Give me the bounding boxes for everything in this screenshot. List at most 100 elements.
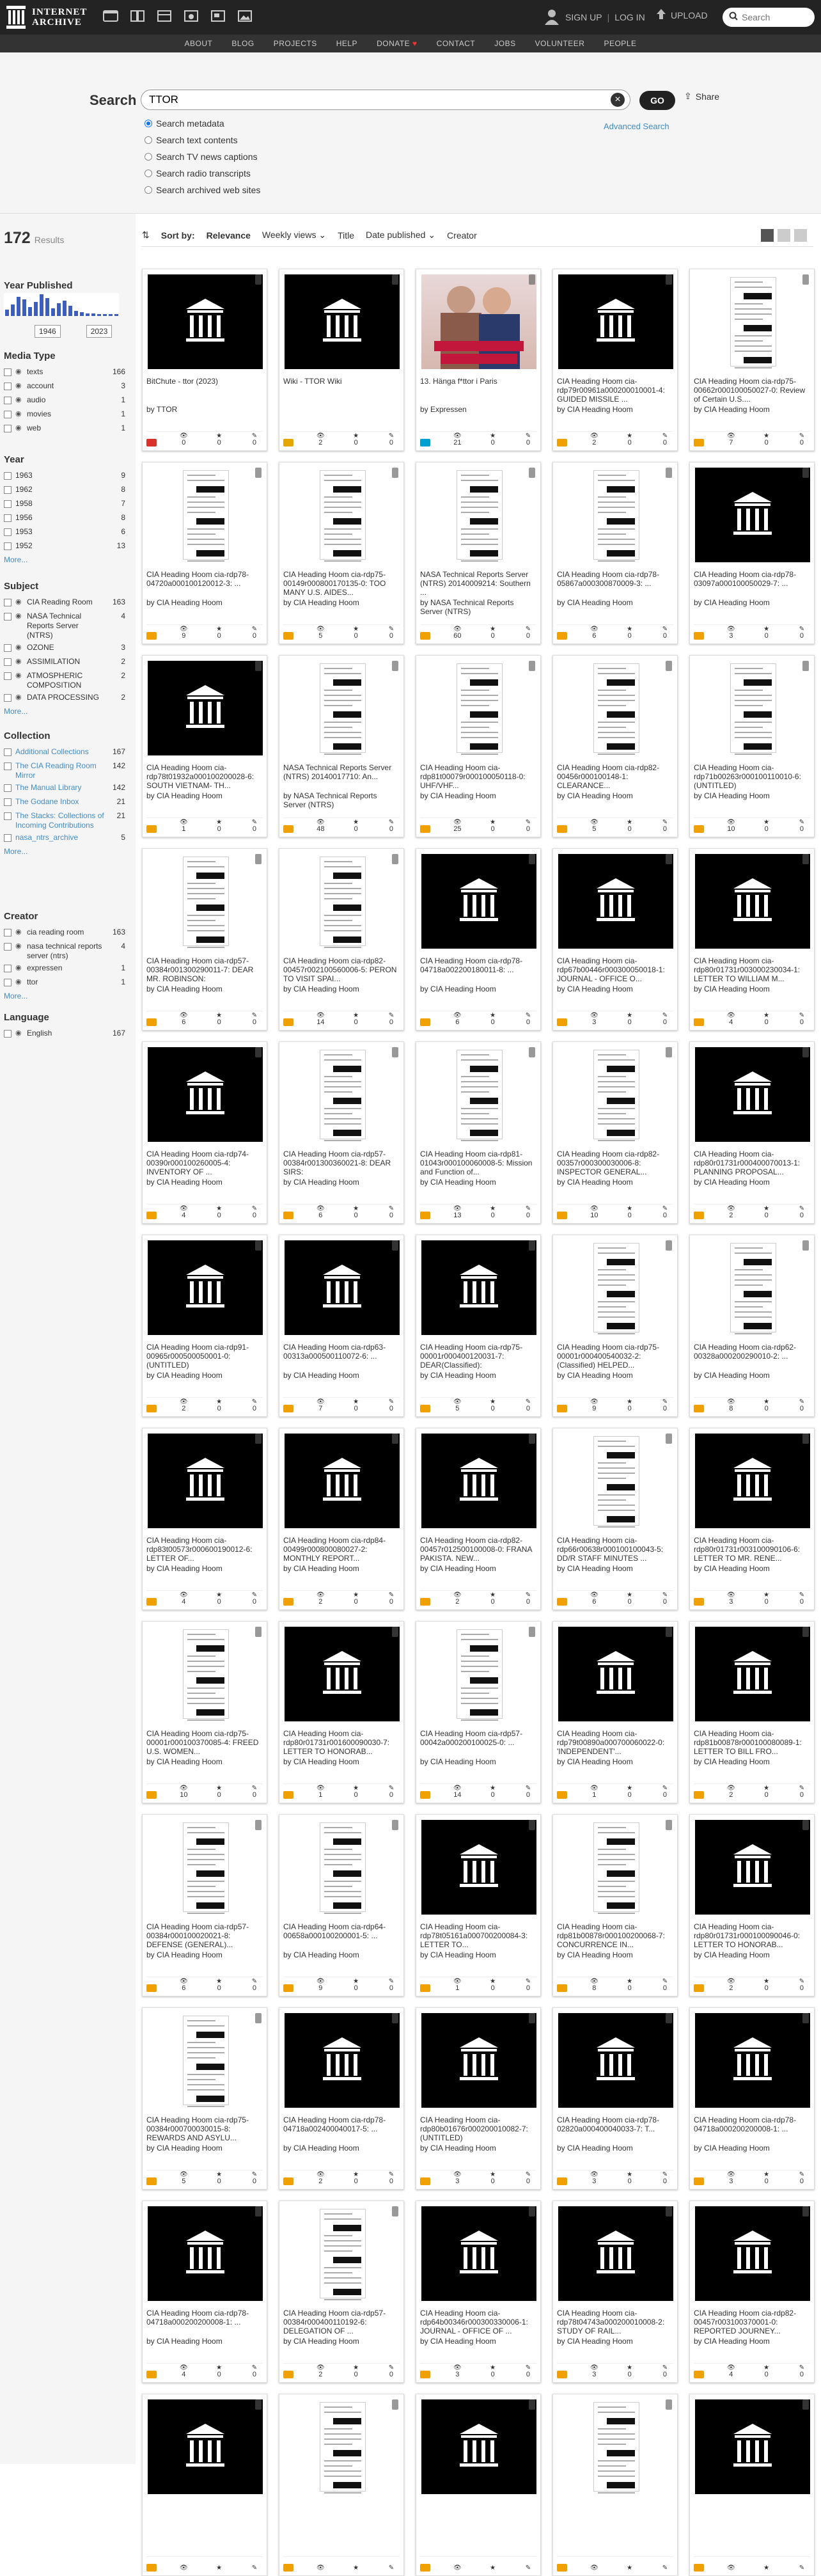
eye-icon[interactable]: ◉ bbox=[15, 423, 24, 432]
result-tile[interactable]: CIA Heading Hoom cia-rdp57-00384r0013002… bbox=[142, 848, 267, 1031]
item-menu-icon[interactable] bbox=[529, 2206, 535, 2216]
result-tile[interactable]: 👁 ★ ✎ bbox=[416, 2394, 541, 2576]
item-thumbnail[interactable] bbox=[695, 274, 810, 369]
item-menu-icon[interactable] bbox=[255, 1240, 262, 1251]
eye-icon[interactable]: ◉ bbox=[15, 597, 24, 606]
item-title[interactable]: CIA Heading Hoom cia-rdp78-04718a0022001… bbox=[420, 956, 536, 974]
facet-label[interactable]: NASA Technical Reports Server (NTRS) bbox=[27, 612, 106, 640]
nav-jobs[interactable]: JOBS bbox=[494, 39, 515, 48]
item-thumbnail[interactable] bbox=[148, 1240, 263, 1335]
result-tile[interactable]: CIA Heading Hoom cia-rdp57-00384r0013003… bbox=[279, 1041, 404, 1224]
eye-icon[interactable]: ◉ bbox=[15, 643, 24, 651]
item-title[interactable]: CIA Heading Hoom cia-rdp78-04718a0002002… bbox=[146, 2309, 263, 2327]
result-tile[interactable]: CIA Heading Hoom cia-rdp75-00001r0004001… bbox=[416, 1235, 541, 1417]
result-tile[interactable]: CIA Heading Hoom cia-rdp80r01731r0004000… bbox=[689, 1041, 815, 1224]
query-field[interactable] bbox=[141, 90, 630, 110]
histogram-bar[interactable] bbox=[28, 307, 32, 316]
facet-label[interactable]: The Stacks: Collections of Incoming Cont… bbox=[15, 811, 106, 830]
facet-row[interactable]: The Godane Inbox 21 bbox=[4, 797, 125, 809]
item-menu-icon[interactable] bbox=[255, 468, 262, 478]
item-title[interactable]: CIA Heading Hoom cia-rdp75-00149r0008001… bbox=[283, 570, 400, 597]
item-menu-icon[interactable] bbox=[666, 1240, 672, 1251]
item-thumbnail[interactable] bbox=[695, 1047, 810, 1142]
item-menu-icon[interactable] bbox=[666, 274, 672, 285]
item-menu-icon[interactable] bbox=[255, 854, 262, 864]
item-thumbnail[interactable] bbox=[148, 2206, 263, 2301]
item-menu-icon[interactable] bbox=[529, 468, 535, 478]
facet-label[interactable]: ttor bbox=[27, 977, 106, 987]
facet-row[interactable]: ◉ DATA PROCESSING 2 bbox=[4, 693, 125, 704]
facet-label[interactable]: Additional Collections bbox=[15, 747, 106, 757]
item-thumbnail[interactable] bbox=[695, 2399, 810, 2494]
eye-icon[interactable]: ◉ bbox=[15, 928, 24, 936]
item-menu-icon[interactable] bbox=[255, 1627, 262, 1637]
item-thumbnail[interactable] bbox=[148, 854, 263, 949]
facet-checkbox[interactable] bbox=[4, 411, 12, 418]
eye-icon[interactable]: ◉ bbox=[15, 963, 24, 972]
item-menu-icon[interactable] bbox=[392, 468, 398, 478]
nav-help[interactable]: HELP bbox=[336, 39, 357, 48]
item-thumbnail[interactable] bbox=[558, 1047, 673, 1142]
sort-weekly-views[interactable]: Weekly views ⌄ bbox=[262, 230, 326, 241]
facet-row[interactable]: ◉ ASSIMILATION 2 bbox=[4, 657, 125, 668]
facet-label[interactable]: ATMOSPHERIC COMPOSITION bbox=[27, 671, 106, 690]
item-title[interactable]: CIA Heading Hoom cia-rdp75-00001r0001003… bbox=[146, 1729, 263, 1756]
advanced-search-link[interactable]: Advanced Search bbox=[604, 122, 669, 131]
nav-volunteer[interactable]: VOLUNTEER bbox=[535, 39, 585, 48]
facet-row[interactable]: Additional Collections 167 bbox=[4, 747, 125, 759]
item-thumbnail[interactable] bbox=[285, 854, 400, 949]
item-menu-icon[interactable] bbox=[392, 1434, 398, 1444]
facet-checkbox[interactable] bbox=[4, 383, 12, 390]
facet-row[interactable]: ◉ CIA Reading Room 163 bbox=[4, 597, 125, 609]
item-title[interactable]: CIA Heading Hoom cia-rdp78-05867a0003008… bbox=[557, 570, 673, 588]
item-title[interactable]: CIA Heading Hoom cia-rdp57-00384r0013003… bbox=[283, 1150, 400, 1176]
facet-label[interactable]: expressen bbox=[27, 963, 106, 973]
item-title[interactable]: CIA Heading Hoom cia-rdp67b00446r0003000… bbox=[557, 956, 673, 983]
item-menu-icon[interactable] bbox=[392, 1047, 398, 1057]
result-tile[interactable]: CIA Heading Hoom cia-rdp81t00079r0001000… bbox=[416, 655, 541, 837]
nav-donate[interactable]: DONATE ♥ bbox=[377, 39, 418, 48]
result-tile[interactable]: CIA Heading Hoom cia-rdp78-04718a0024000… bbox=[279, 2007, 404, 2190]
item-title[interactable]: CIA Heading Hoom cia-rdp63-00313a0005001… bbox=[283, 1343, 400, 1361]
item-menu-icon[interactable] bbox=[255, 1047, 262, 1057]
result-tile[interactable]: 👁 ★ ✎ bbox=[142, 2394, 267, 2576]
nav-contact[interactable]: CONTACT bbox=[437, 39, 476, 48]
result-tile[interactable]: CIA Heading Hoom cia-rdp78-04718a0002002… bbox=[142, 2201, 267, 2383]
item-menu-icon[interactable] bbox=[802, 1240, 809, 1251]
item-title[interactable]: CIA Heading Hoom cia-rdp78t05161a0007002… bbox=[420, 1922, 536, 1949]
facet-label[interactable]: ASSIMILATION bbox=[27, 657, 106, 667]
item-menu-icon[interactable] bbox=[255, 2206, 262, 2216]
item-title[interactable]: CIA Heading Hoom cia-rdp66r00638r0001001… bbox=[557, 1536, 673, 1563]
item-title[interactable]: CIA Heading Hoom cia-rdp75-00384r0007000… bbox=[146, 2115, 263, 2142]
item-menu-icon[interactable] bbox=[392, 661, 398, 671]
item-thumbnail[interactable] bbox=[695, 1627, 810, 1721]
eye-icon[interactable]: ◉ bbox=[15, 977, 24, 986]
histogram-bar[interactable] bbox=[86, 313, 90, 316]
item-thumbnail[interactable] bbox=[421, 1047, 536, 1142]
item-thumbnail[interactable] bbox=[421, 468, 536, 562]
facet-label[interactable]: The Manual Library bbox=[15, 783, 106, 793]
facet-checkbox[interactable] bbox=[4, 644, 12, 652]
item-title[interactable]: CIA Heading Hoom cia-rdp81t00079r0001000… bbox=[420, 763, 536, 790]
upload-button[interactable]: UPLOAD bbox=[655, 8, 708, 22]
facet-row[interactable]: ◉ cia reading room 163 bbox=[4, 928, 125, 939]
item-thumbnail[interactable] bbox=[285, 661, 400, 755]
item-menu-icon[interactable] bbox=[802, 1047, 809, 1057]
facet-row[interactable]: ◉ audio 1 bbox=[4, 395, 125, 407]
facet-checkbox[interactable] bbox=[4, 528, 12, 536]
facet-checkbox[interactable] bbox=[4, 979, 12, 986]
item-title[interactable]: Wiki - TTOR Wiki bbox=[283, 377, 400, 386]
facet-label[interactable]: nasa_ntrs_archive bbox=[15, 833, 106, 842]
item-thumbnail[interactable] bbox=[285, 1627, 400, 1721]
facet-checkbox[interactable] bbox=[4, 658, 12, 666]
result-tile[interactable]: CIA Heading Hoom cia-rdp81b00878r0001000… bbox=[689, 1621, 815, 1803]
share-button[interactable]: ⇪ Share bbox=[684, 91, 719, 102]
item-menu-icon[interactable] bbox=[529, 1434, 535, 1444]
item-menu-icon[interactable] bbox=[529, 2399, 535, 2410]
item-thumbnail[interactable] bbox=[421, 1434, 536, 1528]
item-menu-icon[interactable] bbox=[529, 1047, 535, 1057]
facet-checkbox[interactable] bbox=[4, 748, 12, 756]
eye-icon[interactable]: ◉ bbox=[15, 1029, 24, 1037]
facet-row[interactable]: ◉ web 1 bbox=[4, 423, 125, 435]
item-thumbnail[interactable] bbox=[421, 1627, 536, 1721]
